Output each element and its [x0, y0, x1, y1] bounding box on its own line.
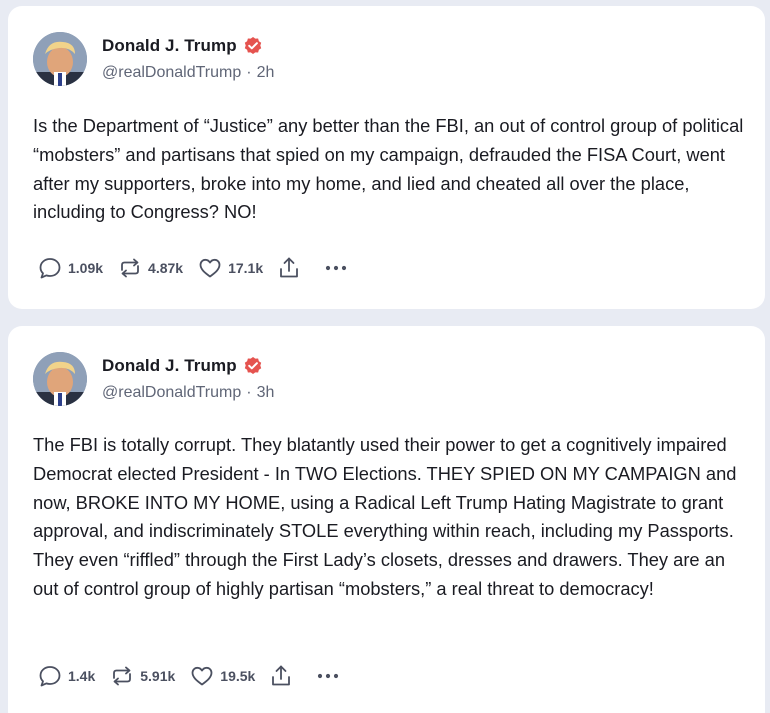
reply-count: 1.09k: [68, 260, 104, 276]
repost-icon: [121, 258, 139, 278]
repost-count: 4.87k: [148, 260, 184, 276]
author-display-name[interactable]: Donald J. Trump: [102, 36, 237, 56]
post-actions: 1.09k 4.87k 17.1k: [37, 255, 354, 281]
more-dots-icon: [318, 673, 339, 679]
share-icon: [272, 665, 291, 686]
author-handle-row: @realDonaldTrump · 2h: [102, 64, 274, 82]
post-timestamp[interactable]: 2h: [257, 64, 275, 81]
like-count: 17.1k: [228, 260, 264, 276]
post-feed: Donald J. Trump @realDonaldTrump · 2h Is t…: [0, 0, 770, 713]
more-options-button[interactable]: [315, 663, 346, 689]
reply-button[interactable]: 1.09k: [37, 255, 103, 281]
post-actions: 1.4k 5.91k 19.5k: [37, 663, 346, 689]
share-button[interactable]: [269, 663, 293, 689]
verified-badge-icon: [243, 356, 263, 376]
like-button[interactable]: 19.5k: [189, 663, 255, 689]
reply-count: 1.4k: [68, 668, 96, 684]
more-dots-icon: [326, 265, 347, 271]
reply-icon: [39, 666, 61, 687]
heart-icon: [199, 258, 221, 278]
author-handle[interactable]: @realDonaldTrump: [102, 64, 241, 81]
share-button[interactable]: [277, 255, 301, 281]
more-options-button[interactable]: [323, 255, 354, 281]
heart-icon: [191, 666, 213, 686]
reply-button[interactable]: 1.4k: [37, 663, 95, 689]
post-text: Is the Department of “Justice” any bette…: [33, 115, 744, 223]
separator-dot: ·: [246, 64, 252, 81]
repost-button[interactable]: 5.91k: [109, 663, 175, 689]
post-card[interactable]: Donald J. Trump @realDonaldTrump · 3h The …: [8, 326, 765, 713]
author-display-name[interactable]: Donald J. Trump: [102, 356, 237, 376]
share-icon: [280, 257, 299, 278]
author-name-row: Donald J. Trump: [102, 354, 263, 378]
separator-dot: ·: [246, 384, 252, 401]
repost-button[interactable]: 4.87k: [117, 255, 183, 281]
author-handle[interactable]: @realDonaldTrump: [102, 384, 241, 401]
avatar[interactable]: [33, 32, 87, 86]
post-timestamp[interactable]: 3h: [257, 384, 275, 401]
post-card[interactable]: Donald J. Trump @realDonaldTrump · 2h Is t…: [8, 6, 765, 309]
repost-count: 5.91k: [140, 668, 176, 684]
reply-icon: [39, 258, 61, 279]
post-text: The FBI is totally corrupt. They blatant…: [33, 434, 737, 599]
repost-icon: [113, 666, 132, 686]
author-handle-row: @realDonaldTrump · 3h: [102, 384, 274, 402]
verified-badge-icon: [243, 36, 263, 56]
like-count: 19.5k: [220, 668, 256, 684]
like-button[interactable]: 17.1k: [197, 255, 263, 281]
avatar[interactable]: [33, 352, 87, 406]
author-name-row: Donald J. Trump: [102, 34, 263, 58]
